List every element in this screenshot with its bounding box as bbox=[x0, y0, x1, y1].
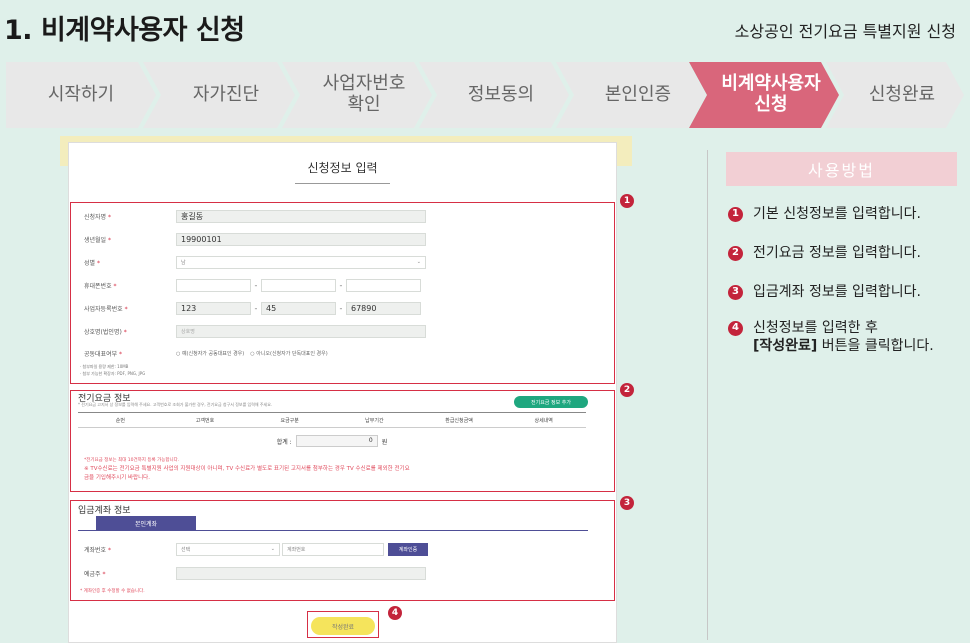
page-subtitle: 소상공인 전기요금 특별지원 신청 bbox=[734, 22, 956, 41]
submit-button[interactable]: 작성완료 bbox=[311, 617, 375, 635]
usage-title: 사용방법 bbox=[726, 152, 957, 186]
birth-label: 생년월일 bbox=[84, 236, 107, 244]
account-number-row: 계좌번호 * 선택 ⌄ 계좌번호 계좌인증 bbox=[84, 542, 428, 556]
step-label: 사업자번호 확인 bbox=[322, 73, 406, 115]
chevron-down-icon: ⌄ bbox=[416, 259, 421, 265]
electric-note-1: *전기요금 정보는 최대 10건까지 등록 가능합니다. bbox=[84, 458, 180, 463]
bizno-field-3[interactable]: 67890 bbox=[346, 301, 421, 315]
bank-select[interactable]: 선택 ⌄ bbox=[176, 542, 280, 556]
bizno-label: 사업자등록번호 bbox=[84, 305, 123, 313]
company-field[interactable]: 상호명 bbox=[176, 324, 426, 338]
column-header: 순번 bbox=[115, 417, 125, 424]
step-complete: 신청완료 bbox=[826, 62, 964, 128]
joint-rep-no-radio[interactable]: ○ 아니오(신청자가 단독대표인 경우) bbox=[250, 350, 327, 357]
phone-field-1[interactable] bbox=[176, 278, 251, 292]
step-label: 비계약사용자 신청 bbox=[721, 73, 821, 115]
page-title: 1. 비계약사용자 신청 bbox=[4, 15, 245, 46]
attachment-note-2: · 첨부 가능한 확장자: PDF, PNG, JPG bbox=[80, 371, 146, 376]
bizno-field-1[interactable]: 123 bbox=[176, 301, 251, 315]
usage-item-4: 4 신청정보를 입력한 후 [작성완료] 버튼을 클릭합니다. bbox=[728, 320, 934, 355]
step-bizno-check: 사업자번호 확인 bbox=[282, 62, 432, 128]
electric-note-2: ※ TV수신료는 전기요금 특별지원 사업의 지원대상이 아니며, TV 수신료… bbox=[84, 466, 410, 472]
applicant-label: 신청자명 bbox=[84, 213, 107, 221]
panel-divider bbox=[707, 150, 708, 640]
account-section-title: 입금계좌 정보 bbox=[78, 506, 131, 516]
joint-rep-yes-radio[interactable]: ○ 예(신청자가 공동대표인 경우) bbox=[176, 350, 244, 357]
step-non-contract-user: 비계약사용자 신청 bbox=[689, 62, 839, 128]
account-number-label: 계좌번호 bbox=[84, 546, 107, 554]
number-1-icon: 1 bbox=[728, 207, 743, 222]
electric-table-sum: 합계 : 0 원 bbox=[78, 430, 586, 452]
applicant-row: 신청자명 * 홍길동 bbox=[84, 209, 426, 223]
chevron-down-icon: ⌄ bbox=[270, 546, 275, 552]
step-consent: 정보동의 bbox=[419, 62, 569, 128]
step-label: 시작하기 bbox=[47, 83, 115, 105]
phone-field-3[interactable] bbox=[346, 278, 421, 292]
phone-label: 휴대폰번호 bbox=[84, 282, 112, 290]
account-note: * 계좌인증 후 수정할 수 없습니다. bbox=[80, 589, 145, 594]
step-start: 시작하기 bbox=[6, 62, 156, 128]
usage-item-3: 3 입금계좌 정보를 입력합니다. bbox=[728, 284, 921, 302]
usage-item-text: 입금계좌 정보를 입력합니다. bbox=[753, 284, 921, 300]
step-label: 본인인증 bbox=[604, 83, 672, 105]
account-number-input[interactable]: 계좌번호 bbox=[282, 542, 384, 556]
verify-account-button[interactable]: 계좌인증 bbox=[388, 542, 428, 556]
phone-field-2[interactable] bbox=[261, 278, 336, 292]
usage-item-text: 기본 신청정보를 입력합니다. bbox=[753, 206, 921, 222]
bizno-row: 사업자등록번호 * 123 - 45 - 67890 bbox=[84, 301, 421, 315]
number-3-icon: 3 bbox=[728, 285, 743, 300]
column-header: 납부기간 bbox=[365, 417, 384, 424]
electric-table-header: 순번 고객번호 요금구분 납부기간 환급신청금액 상세내역 bbox=[78, 412, 586, 428]
account-holder-label: 예금주 bbox=[84, 570, 101, 578]
joint-rep-label: 공동대표여부 bbox=[84, 350, 118, 358]
gender-row: 성별 * 남 ⌄ bbox=[84, 255, 426, 269]
bizno-field-2[interactable]: 45 bbox=[261, 301, 336, 315]
column-header: 상세내역 bbox=[534, 417, 553, 424]
company-label: 상호명(법인명) bbox=[84, 328, 122, 336]
electric-section-desc: * 전기요금 고지서 상 정보를 입력해 주세요. 고객번호로 조회가 불가한 … bbox=[78, 402, 273, 407]
usage-item-text: 신청정보를 입력한 후 bbox=[753, 320, 878, 336]
sum-label: 합계 : bbox=[276, 438, 292, 446]
account-holder-row: 예금주 * bbox=[84, 566, 426, 580]
account-tab-divider bbox=[78, 530, 588, 531]
sum-value: 0 bbox=[295, 435, 378, 447]
column-header: 요금구분 bbox=[280, 417, 299, 424]
electric-note-3: 금을 기입해주시기 바랍니다. bbox=[84, 475, 150, 481]
badge-1: 1 bbox=[620, 194, 634, 208]
step-label: 정보동의 bbox=[467, 83, 535, 105]
attachment-note-1: · 첨부파일 용량 제한: 10MB bbox=[80, 364, 129, 369]
form-title: 신청정보 입력 bbox=[295, 161, 390, 184]
step-progress-bar: 시작하기 자가진단 사업자번호 확인 정보동의 본인인증 비계약사용자 신청 신… bbox=[6, 62, 964, 128]
tab-own-account[interactable]: 본인계좌 bbox=[96, 516, 196, 530]
joint-rep-row: 공동대표여부 * ○ 예(신청자가 공동대표인 경우) ○ 아니오(신청자가 단… bbox=[84, 350, 328, 358]
birth-row: 생년월일 * 19900101 bbox=[84, 232, 426, 246]
birth-field[interactable]: 19900101 bbox=[176, 232, 426, 246]
add-electric-info-button[interactable]: 전기요금 정보 추가 bbox=[514, 396, 588, 408]
badge-3: 3 bbox=[620, 496, 634, 510]
phone-row: 휴대폰번호 * - - bbox=[84, 278, 421, 292]
step-identity-verify: 본인인증 bbox=[556, 62, 706, 128]
usage-item-bold: [작성완료] bbox=[753, 337, 818, 354]
usage-item-text-after: 버튼을 클릭합니다. bbox=[817, 337, 934, 354]
gender-select[interactable]: 남 ⌄ bbox=[176, 255, 426, 269]
number-2-icon: 2 bbox=[728, 246, 743, 261]
account-holder-field[interactable] bbox=[176, 566, 426, 580]
usage-item-text: 전기요금 정보를 입력합니다. bbox=[753, 245, 921, 261]
step-self-diagnosis: 자가진단 bbox=[143, 62, 295, 128]
column-header: 고객번호 bbox=[195, 417, 215, 424]
badge-2: 2 bbox=[620, 383, 634, 397]
step-label: 신청완료 bbox=[868, 83, 936, 105]
sum-unit: 원 bbox=[381, 438, 388, 446]
usage-item-2: 2 전기요금 정보를 입력합니다. bbox=[728, 245, 921, 263]
company-row: 상호명(법인명) * 상호명 bbox=[84, 324, 426, 338]
applicant-field[interactable]: 홍길동 bbox=[176, 209, 426, 223]
step-label: 자가진단 bbox=[192, 83, 260, 105]
number-4-icon: 4 bbox=[728, 321, 743, 336]
column-header: 환급신청금액 bbox=[445, 417, 473, 424]
gender-label: 성별 bbox=[84, 259, 96, 267]
usage-item-1: 1 기본 신청정보를 입력합니다. bbox=[728, 206, 921, 224]
badge-4: 4 bbox=[388, 606, 402, 620]
